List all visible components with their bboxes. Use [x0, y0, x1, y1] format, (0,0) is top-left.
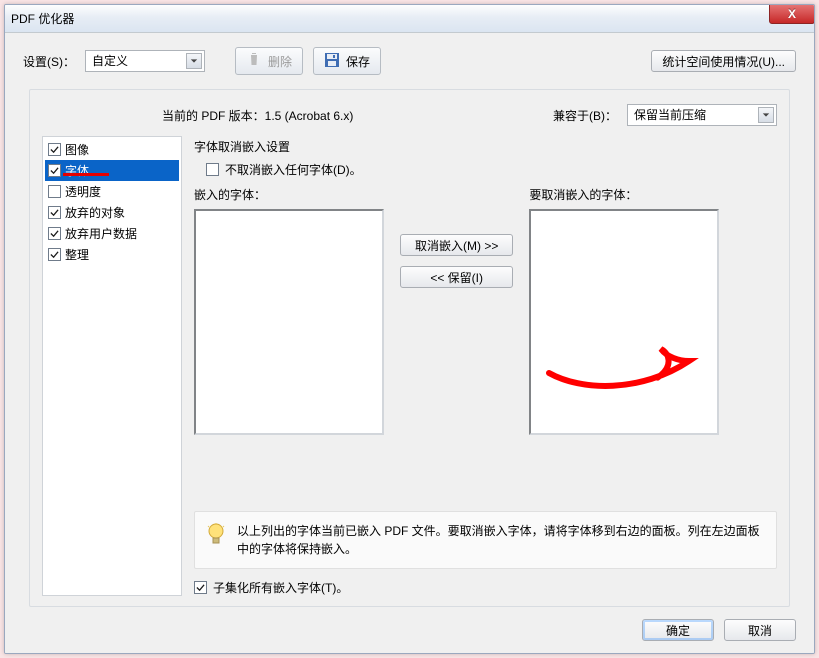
ok-button[interactable]: 确定 [642, 619, 714, 641]
unembed-fonts-label: 要取消嵌入的字体： [529, 186, 719, 203]
settings-select[interactable]: 自定义 [85, 50, 205, 72]
current-version-label: 当前的 PDF 版本：1.5 (Acrobat 6.x) [162, 107, 353, 124]
annotation-squiggle-icon [541, 337, 711, 397]
embedded-fonts-list[interactable] [194, 209, 384, 435]
checkbox-icon[interactable] [48, 164, 61, 177]
settings-label: 设置(S)： [23, 53, 75, 70]
save-button[interactable]: 保存 [313, 47, 381, 75]
titlebar[interactable]: PDF 优化器 X [5, 5, 814, 33]
subset-label: 子集化所有嵌入字体(T)。 [213, 579, 348, 596]
checkbox-icon[interactable] [48, 206, 61, 219]
category-item-discard-objects[interactable]: 放弃的对象 [45, 202, 179, 223]
annotation-red-line [63, 173, 109, 176]
compat-select-value: 保留当前压缩 [634, 108, 706, 122]
no-unembed-label: 不取消嵌入任何字体(D)。 [225, 161, 362, 178]
chevron-down-icon [186, 53, 202, 69]
checkbox-icon[interactable] [48, 185, 61, 198]
embedded-fonts-label: 嵌入的字体： [194, 186, 384, 203]
client-area: 设置(S)： 自定义 删除 保存 统计空间使用情况(U)... [5, 33, 814, 653]
keep-button[interactable]: << 保留(I) [400, 266, 513, 288]
close-button[interactable]: X [769, 4, 815, 24]
category-item-fonts[interactable]: 字体 [45, 160, 179, 181]
save-label: 保存 [346, 53, 370, 70]
close-icon: X [788, 7, 796, 21]
dialog-footer: 确定 取消 [23, 607, 796, 641]
unembed-column: 要取消嵌入的字体： [529, 184, 719, 435]
floppy-icon [324, 52, 340, 71]
compat-select[interactable]: 保留当前压缩 [627, 104, 777, 126]
version-row: 当前的 PDF 版本：1.5 (Acrobat 6.x) 兼容于(B)： 保留当… [42, 100, 777, 136]
category-label: 放弃用户数据 [65, 225, 137, 242]
embedded-column: 嵌入的字体： [194, 184, 384, 435]
unembed-fonts-list[interactable] [529, 209, 719, 435]
trash-icon [246, 52, 262, 71]
category-item-cleanup[interactable]: 整理 [45, 244, 179, 265]
dialog-window: PDF 优化器 X 设置(S)： 自定义 删除 保存 [4, 4, 815, 654]
info-text: 以上列出的字体当前已嵌入 PDF 文件。要取消嵌入字体，请将字体移到右边的面板。… [237, 522, 766, 558]
info-box: 以上列出的字体当前已嵌入 PDF 文件。要取消嵌入字体，请将字体移到右边的面板。… [194, 511, 777, 569]
main-group: 当前的 PDF 版本：1.5 (Acrobat 6.x) 兼容于(B)： 保留当… [29, 89, 790, 607]
audit-label: 统计空间使用情况(U)... [662, 53, 785, 70]
ok-label: 确定 [666, 622, 690, 639]
category-label: 字体 [65, 162, 89, 179]
font-panel-heading: 字体取消嵌入设置 [194, 138, 777, 155]
category-label: 整理 [65, 246, 89, 263]
chevron-down-icon [758, 107, 774, 123]
unembed-button-label: 取消嵌入(M) >> [415, 237, 498, 254]
cancel-button[interactable]: 取消 [724, 619, 796, 641]
transfer-buttons: 取消嵌入(M) >> << 保留(I) [400, 184, 513, 288]
delete-label: 删除 [268, 53, 292, 70]
settings-select-value: 自定义 [92, 54, 128, 68]
category-item-transparency[interactable]: 透明度 [45, 181, 179, 202]
delete-button[interactable]: 删除 [235, 47, 303, 75]
lightbulb-icon [205, 522, 227, 548]
checkbox-icon[interactable] [48, 143, 61, 156]
category-item-discard-userdata[interactable]: 放弃用户数据 [45, 223, 179, 244]
category-item-images[interactable]: 图像 [45, 139, 179, 160]
category-label: 图像 [65, 141, 89, 158]
window-title: PDF 优化器 [11, 10, 74, 27]
checkbox-icon[interactable] [48, 227, 61, 240]
keep-button-label: << 保留(I) [430, 269, 483, 286]
no-unembed-checkbox[interactable] [206, 163, 219, 176]
category-label: 放弃的对象 [65, 204, 125, 221]
cancel-label: 取消 [748, 622, 772, 639]
category-label: 透明度 [65, 183, 101, 200]
unembed-button[interactable]: 取消嵌入(M) >> [400, 234, 513, 256]
category-list[interactable]: 图像 字体 透明度 放弃的对象 [42, 136, 182, 596]
audit-button[interactable]: 统计空间使用情况(U)... [651, 50, 796, 72]
checkbox-icon[interactable] [48, 248, 61, 261]
subset-checkbox[interactable] [194, 581, 207, 594]
font-panel: 字体取消嵌入设置 不取消嵌入任何字体(D)。 嵌入的字体： 取消嵌入(M) >>… [194, 136, 777, 596]
compat-label: 兼容于(B)： [553, 107, 617, 124]
